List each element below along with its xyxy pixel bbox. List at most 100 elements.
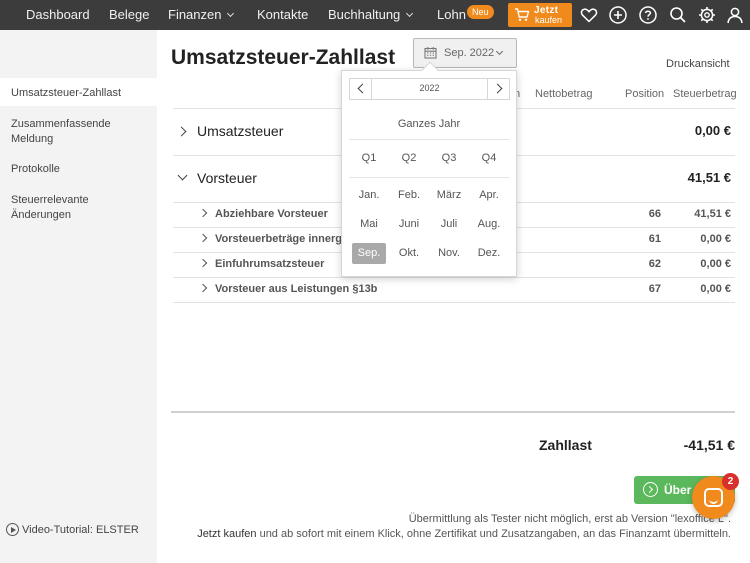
section-value: 0,00 €	[694, 123, 731, 138]
row-label: Vorsteuer aus Leistungen §13b	[215, 283, 378, 295]
sidebar-item-protokolle[interactable]: Protokolle	[0, 162, 157, 177]
help-icon[interactable]	[638, 5, 658, 25]
sidebar-item-label: Steuerrelevante Änderungen	[11, 194, 89, 221]
month-apr[interactable]: Apr.	[472, 185, 506, 206]
quarter-q1[interactable]: Q1	[352, 148, 386, 169]
divider	[349, 139, 510, 140]
search-icon[interactable]	[668, 5, 688, 25]
row-label: Abziehbare Vorsteuer	[215, 208, 328, 220]
chat-unread-badge: 2	[722, 473, 739, 490]
column-header-position: Position	[625, 88, 665, 100]
nav-belege-label: Belege	[109, 7, 150, 22]
chevron-down-icon	[406, 9, 414, 18]
chat-icon	[704, 488, 723, 507]
month-nov[interactable]: Nov.	[432, 243, 466, 264]
month-may[interactable]: Mai	[352, 214, 386, 235]
print-view-link[interactable]: Druckansicht	[666, 58, 730, 70]
user-icon[interactable]	[725, 5, 745, 25]
nav-buchhaltung[interactable]: Buchhaltung	[328, 0, 414, 30]
period-label: Sep. 2022	[444, 47, 495, 59]
page-title: Umsatzsteuer-Zahllast	[171, 46, 396, 69]
plus-circle-icon[interactable]	[608, 5, 628, 25]
video-tutorial-link[interactable]: Video-Tutorial: ELSTER	[6, 523, 139, 536]
top-navigation: Dashboard Belege Finanzen Kontakte Buchh…	[0, 0, 750, 30]
buy-now-line2: kaufen	[535, 15, 563, 25]
nav-finanzen-label: Finanzen	[168, 7, 222, 22]
row-amount: 0,00 €	[700, 233, 731, 245]
total-label: Zahllast	[539, 437, 592, 453]
row-position: 62	[648, 258, 661, 270]
chevron-right-icon	[198, 258, 208, 268]
calendar-icon	[424, 47, 437, 59]
sidebar-item-steuerrelevante-aenderungen[interactable]: Steuerrelevante Änderungen	[0, 193, 110, 223]
whole-year-option[interactable]: Ganzes Jahr	[342, 118, 516, 130]
previous-year-button[interactable]	[350, 79, 372, 99]
tester-note: Übermittlung als Tester nicht möglich, e…	[408, 513, 731, 525]
arrow-circle-icon	[643, 482, 658, 497]
row-label: Vorsteuerbeträge innerg	[215, 233, 342, 245]
buy-now-link[interactable]: Jetzt kaufen	[197, 528, 256, 540]
nav-dashboard[interactable]: Dashboard	[26, 0, 90, 30]
month-aug[interactable]: Aug.	[472, 214, 506, 235]
chevron-down-icon	[227, 9, 235, 18]
divider	[173, 302, 735, 303]
play-icon	[6, 523, 19, 536]
quarter-q4[interactable]: Q4	[472, 148, 506, 169]
quarter-q3[interactable]: Q3	[432, 148, 466, 169]
buy-now-button[interactable]: Jetzt kaufen	[508, 3, 572, 27]
month-dec[interactable]: Dez.	[472, 243, 506, 264]
row-amount: 41,51 €	[694, 208, 731, 220]
nav-dashboard-label: Dashboard	[26, 7, 90, 22]
row-amount: 0,00 €	[700, 283, 731, 295]
divider	[349, 177, 510, 178]
total-divider	[171, 411, 735, 413]
nav-lohn-label: Lohn	[437, 7, 466, 22]
chevron-right-icon	[198, 233, 208, 243]
column-header-net: Nettobetrag	[535, 88, 593, 100]
period-picker-popover: 2022 Ganzes Jahr Q1 Q2 Q3 Q4 Jan. Feb. M…	[341, 61, 517, 277]
sidebar-item-umsatzsteuer-zahllast[interactable]: Umsatzsteuer-Zahllast	[0, 78, 157, 106]
chevron-down-icon	[495, 47, 504, 56]
sidebar-item-zusammenfassende-meldung[interactable]: Zusammenfassende Meldung	[0, 117, 120, 147]
nav-finanzen[interactable]: Finanzen	[168, 0, 235, 30]
chevron-down-icon	[177, 170, 188, 181]
row-label: Einfuhrumsatzsteuer	[215, 258, 325, 270]
month-mar[interactable]: März	[432, 185, 466, 206]
year-label: 2022	[419, 83, 440, 93]
table-row[interactable]: Vorsteuer aus Leistungen §13b 67 0,00 €	[173, 278, 735, 300]
settings-icon[interactable]	[697, 5, 717, 25]
row-amount: 0,00 €	[700, 258, 731, 270]
section-label: Vorsteuer	[197, 170, 257, 186]
section-value: 41,51 €	[687, 170, 731, 185]
buy-note-text: und ab sofort mit einem Klick, ohne Zert…	[256, 528, 731, 540]
sidebar	[0, 30, 157, 563]
month-feb[interactable]: Feb.	[392, 185, 426, 206]
cart-icon	[515, 8, 530, 21]
nav-buchhaltung-label: Buchhaltung	[328, 7, 401, 22]
row-position: 66	[648, 208, 661, 220]
month-oct[interactable]: Okt.	[392, 243, 426, 264]
section-label: Umsatzsteuer	[197, 123, 284, 139]
next-year-button[interactable]	[487, 79, 509, 99]
nav-belege[interactable]: Belege	[109, 0, 149, 30]
month-sep-selected[interactable]: Sep.	[352, 243, 386, 264]
transmit-button-label: Über	[664, 483, 692, 497]
month-jan[interactable]: Jan.	[352, 185, 386, 206]
heart-icon[interactable]	[579, 5, 599, 25]
nav-kontakte[interactable]: Kontakte	[257, 0, 308, 30]
sidebar-item-label: Umsatzsteuer-Zahllast	[11, 87, 122, 99]
nav-lohn[interactable]: Lohn	[437, 0, 466, 30]
nav-kontakte-label: Kontakte	[257, 7, 309, 22]
total-value: -41,51 €	[683, 437, 735, 453]
sidebar-item-label: Protokolle	[11, 163, 60, 175]
column-header-tax: Steuerbetrag	[673, 88, 737, 100]
month-jul[interactable]: Juli	[432, 214, 466, 235]
new-badge: Neu	[467, 5, 494, 19]
quarter-q2[interactable]: Q2	[392, 148, 426, 169]
chevron-right-icon	[198, 208, 208, 218]
row-position: 61	[648, 233, 661, 245]
chevron-right-icon	[176, 126, 187, 137]
video-tutorial-label: Video-Tutorial: ELSTER	[22, 524, 139, 536]
row-position: 67	[648, 283, 661, 295]
month-jun[interactable]: Juni	[392, 214, 426, 235]
